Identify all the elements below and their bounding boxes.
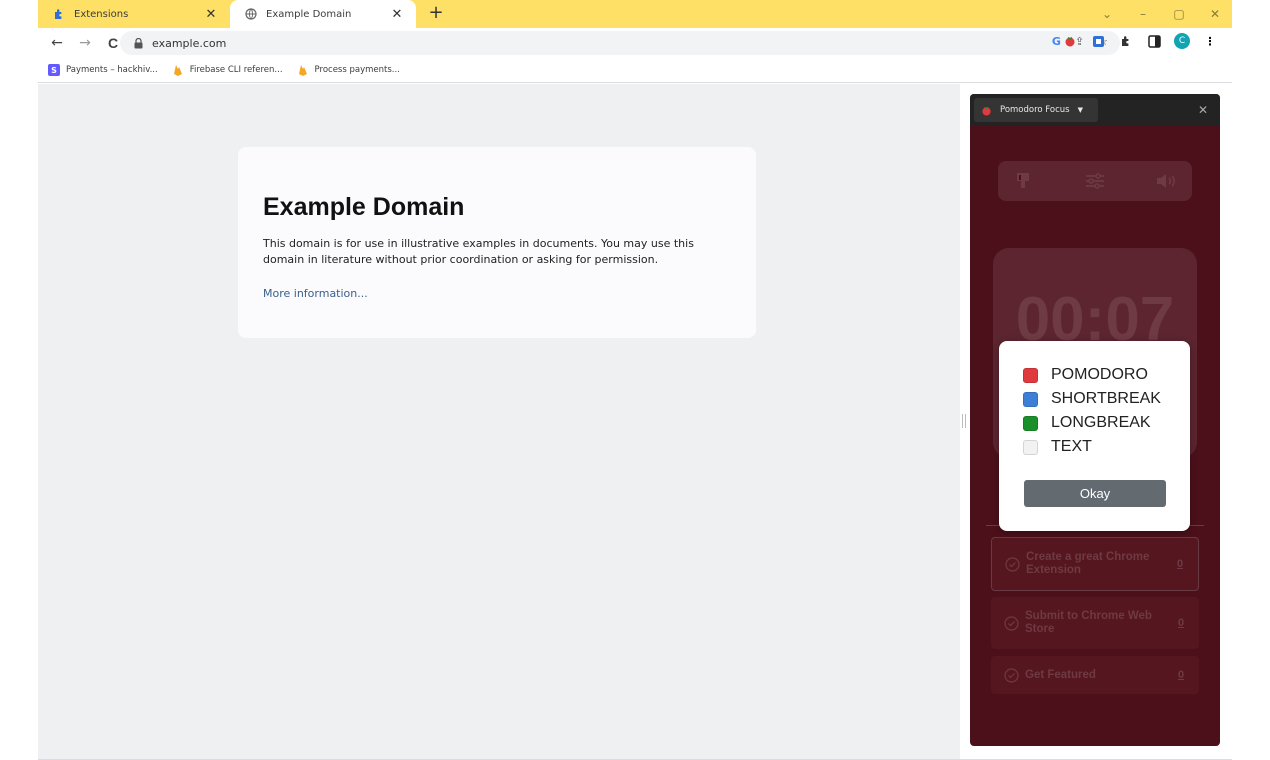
caret-down-icon: ▼ <box>1077 106 1083 114</box>
firebase-icon <box>172 64 184 76</box>
side-panel-title: Pomodoro Focus <box>1000 105 1070 115</box>
tab-search-icon[interactable]: ⌄ <box>1100 7 1114 21</box>
legend-item: LONGBREAK <box>1023 411 1161 435</box>
side-panel-header: Pomodoro Focus ▼ ✕ <box>970 94 1220 126</box>
back-icon[interactable]: ← <box>48 34 66 52</box>
close-icon[interactable]: ✕ <box>202 5 220 23</box>
timer-controls <box>998 161 1192 201</box>
task-count[interactable]: 0 <box>1171 669 1191 681</box>
minimize-icon[interactable]: – <box>1136 7 1150 21</box>
window-controls: ⌄ – ▢ ✕ <box>1100 0 1222 28</box>
google-icon[interactable]: G <box>1052 35 1061 48</box>
tomato-icon <box>980 104 992 116</box>
legend-item: TEXT <box>1023 435 1161 459</box>
restore-icon[interactable]: ▢ <box>1172 7 1186 21</box>
task-item[interactable]: Create a great Chrome Extension 0 <box>991 537 1199 591</box>
page-body-text: This domain is for use in illustrative e… <box>263 237 694 266</box>
task-item[interactable]: Submit to Chrome Web Store 0 <box>991 597 1199 649</box>
bookmark-label: Payments – hackhiv... <box>66 65 158 75</box>
side-panel-icon[interactable] <box>1146 33 1162 49</box>
tab-title: Extensions <box>74 8 129 20</box>
side-panel-resize-handle[interactable] <box>962 414 966 428</box>
bookmark-item[interactable]: Firebase CLI referen... <box>172 64 283 76</box>
close-icon[interactable]: ✕ <box>388 5 406 23</box>
task-item[interactable]: Get Featured 0 <box>991 656 1199 694</box>
volume-icon[interactable] <box>1156 170 1178 192</box>
tomato-icon[interactable] <box>1062 33 1078 49</box>
color-legend: POMODORO SHORTBREAK LONGBREAK TEXT <box>1023 363 1161 459</box>
toolbar: ← → C example.com G ⇪ ☆ <box>38 28 1232 58</box>
color-legend-dialog: POMODORO SHORTBREAK LONGBREAK TEXT Okay <box>999 341 1190 531</box>
legend-label: LONGBREAK <box>1051 414 1151 431</box>
new-tab-button[interactable]: + <box>426 4 446 24</box>
tab-example-domain[interactable]: Example Domain ✕ <box>230 0 416 28</box>
legend-label: TEXT <box>1051 438 1092 455</box>
legend-item: SHORTBREAK <box>1023 387 1161 411</box>
tab-strip: Extensions ✕ Example Domain ✕ + ⌄ – ▢ ✕ <box>38 0 1232 28</box>
check-circle-icon[interactable] <box>1003 615 1019 631</box>
bookmark-item[interactable]: S Payments – hackhiv... <box>48 64 158 76</box>
task-label: Create a great Chrome Extension <box>1026 551 1150 576</box>
bookmark-label: Firebase CLI referen... <box>189 65 283 75</box>
sliders-icon[interactable] <box>1084 170 1106 192</box>
bookmark-item[interactable]: Process payments... <box>297 64 400 76</box>
lock-icon[interactable] <box>132 37 144 49</box>
more-information-link[interactable]: More information... <box>263 287 368 300</box>
color-swatch[interactable] <box>1023 391 1038 407</box>
firebase-icon <box>297 64 309 76</box>
task-count[interactable]: 0 <box>1171 617 1191 629</box>
color-swatch[interactable] <box>1023 367 1038 383</box>
content-card: Example Domain This domain is for use in… <box>238 147 756 338</box>
address-bar[interactable]: example.com G ⇪ ☆ <box>120 31 1120 55</box>
legend-item: POMODORO <box>1023 363 1161 387</box>
menu-icon[interactable]: ⋮ <box>1202 33 1218 49</box>
close-icon[interactable]: ✕ <box>1198 103 1208 117</box>
color-swatch[interactable] <box>1023 439 1038 455</box>
side-panel-selector[interactable]: Pomodoro Focus ▼ <box>974 98 1098 122</box>
legend-label: SHORTBREAK <box>1051 390 1161 407</box>
color-swatch[interactable] <box>1023 415 1038 431</box>
page-content: Example Domain This domain is for use in… <box>38 84 960 760</box>
okay-button[interactable]: Okay <box>1024 480 1166 507</box>
stripe-icon: S <box>48 64 60 76</box>
task-label: Get Featured <box>1025 668 1096 681</box>
url-text[interactable]: example.com <box>152 37 226 50</box>
globe-icon <box>244 7 258 21</box>
page-title: Example Domain <box>263 193 465 221</box>
puzzle-icon[interactable] <box>1118 33 1134 49</box>
task-count[interactable]: 0 <box>1170 558 1190 570</box>
app-extension-icon[interactable] <box>1090 33 1106 49</box>
bookmarks-bar: S Payments – hackhiv... Firebase CLI ref… <box>38 58 1232 83</box>
tab-title: Example Domain <box>266 8 352 20</box>
puzzle-icon <box>52 7 66 21</box>
browser-window: Extensions ✕ Example Domain ✕ + ⌄ – ▢ ✕ … <box>0 0 1270 760</box>
brush-icon[interactable] <box>1012 170 1034 192</box>
avatar[interactable]: C <box>1174 33 1190 49</box>
tab-extensions[interactable]: Extensions ✕ <box>38 0 230 28</box>
task-label: Submit to Chrome Web Store <box>1025 610 1152 635</box>
check-circle-icon[interactable] <box>1004 556 1020 572</box>
window-close-icon[interactable]: ✕ <box>1208 7 1222 21</box>
check-circle-icon[interactable] <box>1003 667 1019 683</box>
bookmark-label: Process payments... <box>314 65 400 75</box>
extension-icons: C ⋮ <box>1062 33 1218 49</box>
forward-icon[interactable]: → <box>76 34 94 52</box>
legend-label: POMODORO <box>1051 366 1148 383</box>
